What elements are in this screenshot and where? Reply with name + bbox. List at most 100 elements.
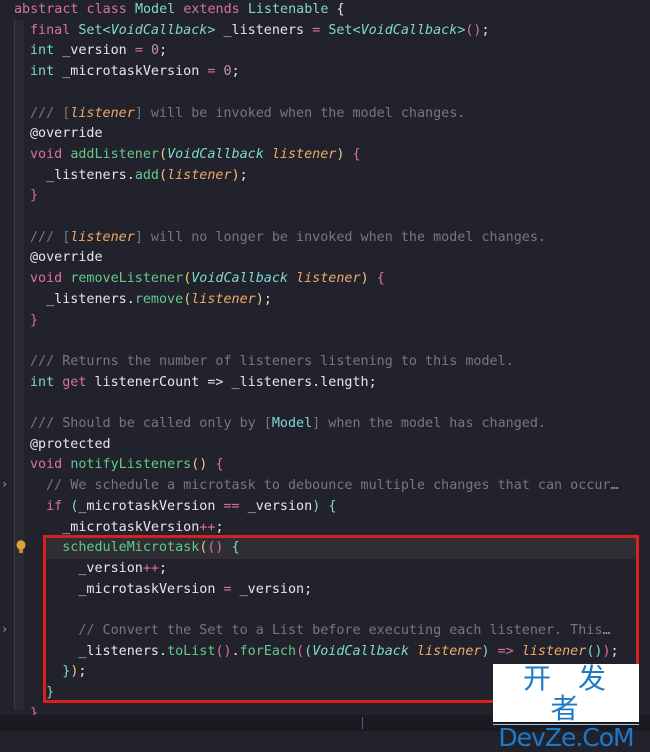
code-line[interactable]: int get listenerCount => _listeners.leng…	[0, 373, 650, 394]
chevron-right-icon[interactable]: ›	[1, 622, 8, 636]
code-line[interactable]: }	[0, 186, 650, 207]
code-token: ;	[481, 22, 490, 38]
code-line[interactable]: void notifyListeners() {	[0, 455, 650, 476]
code-line[interactable]: if (_microtaskVersion == _version) {	[0, 497, 650, 518]
code-line[interactable]: @override	[0, 124, 650, 145]
code-editor[interactable]: abstract class Model extends Listenable …	[0, 0, 650, 721]
code-token: remove	[134, 291, 184, 307]
code-text: });	[30, 662, 86, 683]
code-token: _listeners	[223, 22, 313, 38]
code-token: removeListener	[70, 271, 184, 287]
code-text: abstract class Model extends Listenable …	[14, 0, 345, 21]
code-token: ;	[215, 519, 224, 535]
code-line[interactable]	[0, 83, 650, 104]
code-line[interactable]	[0, 600, 650, 621]
code-text: void removeListener(VoidCallback listene…	[30, 269, 385, 290]
code-token: void	[30, 271, 71, 287]
code-token: /// Should be called only by [	[30, 416, 272, 431]
code-text: @override	[30, 248, 103, 269]
code-token: /// [	[30, 229, 71, 245]
code-token: VoidCallback	[312, 643, 417, 659]
code-token: if	[30, 498, 71, 514]
code-line[interactable]: final Set<VoidCallback> _listeners = Set…	[0, 21, 650, 42]
code-text: // We schedule a microtask to debounce m…	[30, 476, 619, 497]
code-token: _microtaskVersion	[62, 64, 208, 80]
watermark-en: DevZe.CoM	[493, 724, 639, 751]
watermark-logo: 开 发 者 DevZe.CoM	[493, 662, 639, 751]
code-token: listener	[70, 105, 135, 121]
code-token: _version	[62, 43, 135, 59]
watermark-cn: 开 发 者	[523, 662, 615, 725]
code-line[interactable]: abstract class Model extends Listenable …	[0, 0, 650, 21]
code-token: )	[481, 643, 498, 659]
code-line[interactable]: @protected	[0, 435, 650, 456]
code-token: listener	[271, 146, 337, 162]
code-token: _listeners.	[30, 167, 135, 183]
code-text: /// [listener] will no longer be invoked…	[30, 228, 546, 249]
code-line[interactable]	[0, 207, 650, 228]
code-line[interactable]: /// Should be called only by [Model] whe…	[0, 414, 650, 435]
code-token: extends	[183, 2, 248, 17]
code-line[interactable]: _microtaskVersion++;	[0, 518, 650, 539]
code-line[interactable]: /// [listener] will no longer be invoked…	[0, 228, 650, 249]
code-text: void addListener(VoidCallback listener) …	[30, 145, 361, 166]
code-token: {	[328, 498, 337, 514]
code-token: …	[610, 478, 619, 494]
code-line[interactable]: }	[0, 311, 650, 332]
code-token: void	[30, 457, 71, 473]
code-token: abstract class	[14, 2, 135, 17]
code-text: @protected	[30, 435, 111, 456]
code-token: ] will be invoked when the model changes…	[134, 105, 466, 121]
code-token: {	[215, 457, 224, 473]
code-line[interactable]: int _microtaskVersion = 0;	[0, 62, 650, 83]
code-token: VoidCallback	[191, 271, 297, 287]
code-token: ] when the model has changed.	[312, 416, 546, 431]
code-line[interactable]: scheduleMicrotask(() {	[0, 538, 650, 559]
code-token: …	[602, 623, 611, 638]
code-line[interactable]: _listeners.toList().forEach((VoidCallbac…	[0, 642, 650, 663]
code-token: (	[159, 146, 168, 162]
code-line[interactable]: int _version = 0;	[0, 41, 650, 62]
code-token: ] will no longer be invoked when the mod…	[134, 229, 546, 245]
code-token: Model	[271, 416, 313, 431]
code-token: _microtaskVersion	[30, 581, 224, 597]
code-token: ==	[223, 498, 248, 514]
code-token: scheduleMicrotask	[30, 540, 200, 556]
code-token: ;	[231, 64, 240, 80]
code-token: VoidCallback	[360, 22, 458, 38]
chevron-right-icon[interactable]: ›	[1, 477, 8, 491]
code-token: _microtaskVersion	[78, 498, 224, 514]
code-line[interactable]: @override	[0, 248, 650, 269]
status-separator	[362, 717, 363, 729]
code-token: final	[30, 22, 79, 38]
code-line[interactable]: /// Returns the number of listeners list…	[0, 352, 650, 373]
code-text: _microtaskVersion++;	[30, 518, 224, 539]
code-token: ;	[159, 43, 168, 59]
code-line[interactable]: /// [listener] will be invoked when the …	[0, 104, 650, 125]
code-line[interactable]: void removeListener(VoidCallback listene…	[0, 269, 650, 290]
code-token: ()	[215, 643, 232, 659]
code-text: }	[30, 683, 54, 704]
code-token: forEach	[239, 643, 297, 659]
code-token: }	[30, 664, 71, 680]
code-token: )	[360, 271, 377, 287]
code-line[interactable]	[0, 331, 650, 352]
code-token: notifyListeners	[70, 457, 192, 473]
code-token: int	[30, 64, 63, 80]
lightbulb-icon[interactable]	[16, 540, 26, 554]
code-line[interactable]: _listeners.add(listener);	[0, 166, 650, 187]
code-token: Set<	[78, 22, 111, 38]
code-line[interactable]: _listeners.remove(listener);	[0, 290, 650, 311]
code-line[interactable]	[0, 393, 650, 414]
code-line[interactable]: _microtaskVersion = _version;	[0, 580, 650, 601]
code-token: _listeners.	[30, 291, 135, 307]
code-line[interactable]: _version++;	[0, 559, 650, 580]
code-token: ;	[239, 167, 248, 183]
code-line[interactable]: // We schedule a microtask to debounce m…	[0, 476, 650, 497]
code-line[interactable]: // Convert the Set to a List before exec…	[0, 621, 650, 642]
code-line[interactable]: void addListener(VoidCallback listener) …	[0, 145, 650, 166]
code-token: }	[30, 312, 39, 328]
code-token: int	[30, 43, 63, 59]
code-token: ++	[199, 519, 216, 535]
code-token: (	[159, 167, 168, 183]
